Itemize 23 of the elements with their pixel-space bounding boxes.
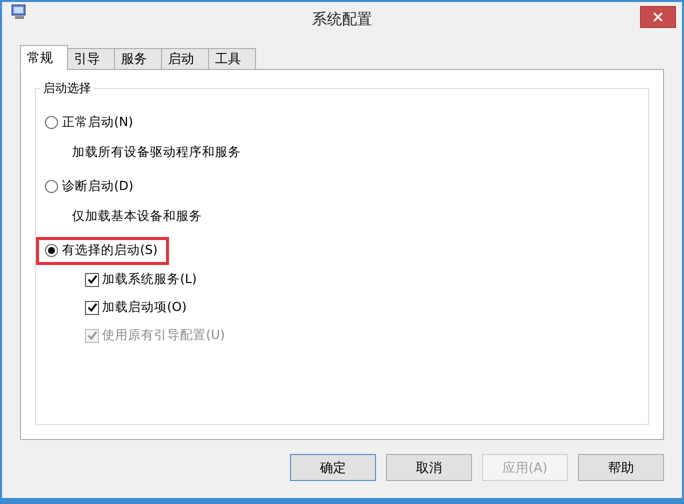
tab[interactable]: 工具 <box>208 48 256 70</box>
radio-button[interactable]: 有选择的启动(S) <box>45 242 158 259</box>
dialog-button[interactable]: 取消 <box>386 454 472 481</box>
check-icon <box>86 274 98 285</box>
computer-icon <box>11 4 27 20</box>
tab[interactable]: 常规 <box>20 45 68 70</box>
check-icon <box>86 302 98 313</box>
dialog-button[interactable]: 帮助 <box>578 454 664 481</box>
radio-button[interactable]: 诊断启动(D) <box>45 178 134 195</box>
tab[interactable]: 引导 <box>67 48 115 70</box>
radio-button[interactable]: 正常启动(N) <box>45 114 134 131</box>
checkbox[interactable]: 加载系统服务(L) <box>85 271 197 288</box>
group-title: 启动选择 <box>40 80 94 97</box>
dialog-button[interactable]: 确定 <box>290 454 376 481</box>
tab[interactable]: 启动 <box>161 48 209 70</box>
tab[interactable]: 服务 <box>114 48 162 70</box>
close-icon <box>653 12 663 22</box>
option-description: 仅加载基本设备和服务 <box>72 208 203 225</box>
option-description: 加载所有设备驱动程序和服务 <box>72 144 242 161</box>
window-title: 系统配置 <box>312 10 372 28</box>
check-icon <box>86 330 98 341</box>
checkbox[interactable]: 加载启动项(O) <box>85 299 187 316</box>
close-button[interactable] <box>640 6 676 28</box>
